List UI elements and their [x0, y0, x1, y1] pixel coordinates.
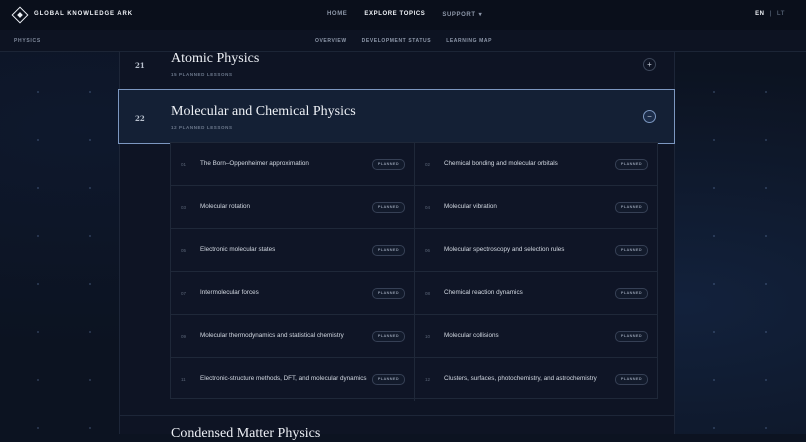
lesson-item[interactable]: 05 Electronic molecular states PLANNED	[171, 229, 414, 272]
status-badge: PLANNED	[614, 288, 648, 299]
language-switcher: EN | LT	[755, 11, 785, 17]
lesson-item[interactable]: 08 Chemical reaction dynamics PLANNED	[414, 272, 657, 315]
breadcrumb[interactable]: PHYSICS	[14, 38, 41, 44]
lesson-number: 08	[425, 291, 431, 296]
status-badge: PLANNED	[614, 245, 648, 256]
lesson-item[interactable]: 11 Electronic-structure methods, DFT, an…	[171, 358, 414, 401]
sub-navbar: PHYSICS OVERVIEW DEVELOPMENT STATUS LEAR…	[0, 30, 806, 52]
lesson-title: Electronic molecular states	[200, 246, 276, 253]
topic-title: Atomic Physics	[171, 51, 260, 66]
topic-lesson-count: 12 PLANNED LESSONS	[171, 125, 233, 130]
lesson-title: Intermolecular forces	[200, 289, 259, 296]
lang-en[interactable]: EN	[755, 11, 765, 17]
topic-divider	[119, 415, 674, 416]
topic-number: 21	[135, 61, 145, 70]
lesson-title: Chemical reaction dynamics	[444, 289, 523, 296]
status-badge: PLANNED	[614, 374, 648, 385]
top-navbar: GLOBAL KNOWLEDGE ARK HOME EXPLORE TOPICS…	[0, 0, 806, 31]
diamond-logo-icon[interactable]	[11, 6, 29, 24]
topic-row-molecular-chemical-physics[interactable]: 22 Molecular and Chemical Physics 12 PLA…	[118, 89, 675, 144]
lesson-title: Molecular thermodynamics and statistical…	[200, 332, 344, 339]
lesson-number: 10	[425, 334, 431, 339]
subnav-overview[interactable]: OVERVIEW	[315, 38, 347, 44]
lesson-title: Electronic-structure methods, DFT, and m…	[200, 375, 367, 382]
lesson-title: Chemical bonding and molecular orbitals	[444, 160, 558, 167]
nav-home[interactable]: HOME	[327, 11, 347, 18]
nav-explore-topics[interactable]: EXPLORE TOPICS	[364, 11, 425, 18]
status-badge: PLANNED	[371, 245, 405, 256]
lesson-number: 12	[425, 377, 431, 382]
chevron-down-icon: ▾	[478, 12, 483, 18]
next-topic-title[interactable]: Condensed Matter Physics	[171, 426, 320, 442]
lessons-grid: 01 The Born–Oppenheimer approximation PL…	[170, 142, 658, 401]
lesson-item[interactable]: 09 Molecular thermodynamics and statisti…	[171, 315, 414, 358]
subnav-learning-map[interactable]: LEARNING MAP	[446, 38, 492, 44]
lesson-title: Clusters, surfaces, photochemistry, and …	[444, 375, 597, 382]
lesson-number: 11	[181, 377, 186, 382]
topic-title: Molecular and Chemical Physics	[171, 104, 356, 119]
lesson-item[interactable]: 02 Chemical bonding and molecular orbita…	[414, 143, 657, 186]
lesson-number: 07	[181, 291, 187, 296]
lesson-item[interactable]: 04 Molecular vibration PLANNED	[414, 186, 657, 229]
brand-name[interactable]: GLOBAL KNOWLEDGE ARK	[34, 11, 133, 17]
lesson-title: Molecular vibration	[444, 203, 497, 210]
lesson-title: Molecular collisions	[444, 332, 499, 339]
lesson-item[interactable]: 03 Molecular rotation PLANNED	[171, 186, 414, 229]
status-badge: PLANNED	[614, 331, 648, 342]
collapse-minus-icon[interactable]: −	[643, 110, 656, 123]
lesson-number: 03	[181, 205, 187, 210]
status-badge: PLANNED	[371, 202, 405, 213]
status-badge: PLANNED	[371, 159, 405, 170]
lang-lt[interactable]: LT	[777, 11, 785, 17]
section-nav: OVERVIEW DEVELOPMENT STATUS LEARNING MAP	[315, 38, 507, 44]
status-badge: PLANNED	[614, 159, 648, 170]
lesson-title: Molecular spectroscopy and selection rul…	[444, 246, 565, 253]
lesson-number: 05	[181, 248, 187, 253]
status-badge: PLANNED	[614, 202, 648, 213]
lesson-number: 04	[425, 205, 431, 210]
lesson-item[interactable]: 06 Molecular spectroscopy and selection …	[414, 229, 657, 272]
status-badge: PLANNED	[371, 374, 405, 385]
subnav-development-status[interactable]: DEVELOPMENT STATUS	[362, 38, 432, 44]
topic-row-atomic-physics[interactable]: 21 Atomic Physics 15 PLANNED LESSONS +	[120, 51, 674, 89]
lesson-number: 01	[181, 162, 187, 167]
lesson-number: 02	[425, 162, 431, 167]
lang-separator: |	[769, 11, 772, 17]
main-nav: HOME EXPLORE TOPICS SUPPORT ▾	[327, 11, 499, 18]
lesson-number: 09	[181, 334, 187, 339]
lesson-item[interactable]: 12 Clusters, surfaces, photochemistry, a…	[414, 358, 657, 401]
lesson-title: Molecular rotation	[200, 203, 251, 210]
nav-support[interactable]: SUPPORT ▾	[442, 11, 482, 18]
status-badge: PLANNED	[371, 331, 405, 342]
expand-plus-icon[interactable]: +	[643, 58, 656, 71]
lesson-item[interactable]: 07 Intermolecular forces PLANNED	[171, 272, 414, 315]
topic-number: 22	[135, 114, 145, 123]
lesson-number: 06	[425, 248, 431, 253]
lesson-title: The Born–Oppenheimer approximation	[200, 160, 309, 167]
topic-lesson-count: 15 PLANNED LESSONS	[171, 72, 233, 77]
lesson-item[interactable]: 01 The Born–Oppenheimer approximation PL…	[171, 143, 414, 186]
status-badge: PLANNED	[371, 288, 405, 299]
nav-support-label: SUPPORT	[442, 12, 476, 18]
lesson-item[interactable]: 10 Molecular collisions PLANNED	[414, 315, 657, 358]
